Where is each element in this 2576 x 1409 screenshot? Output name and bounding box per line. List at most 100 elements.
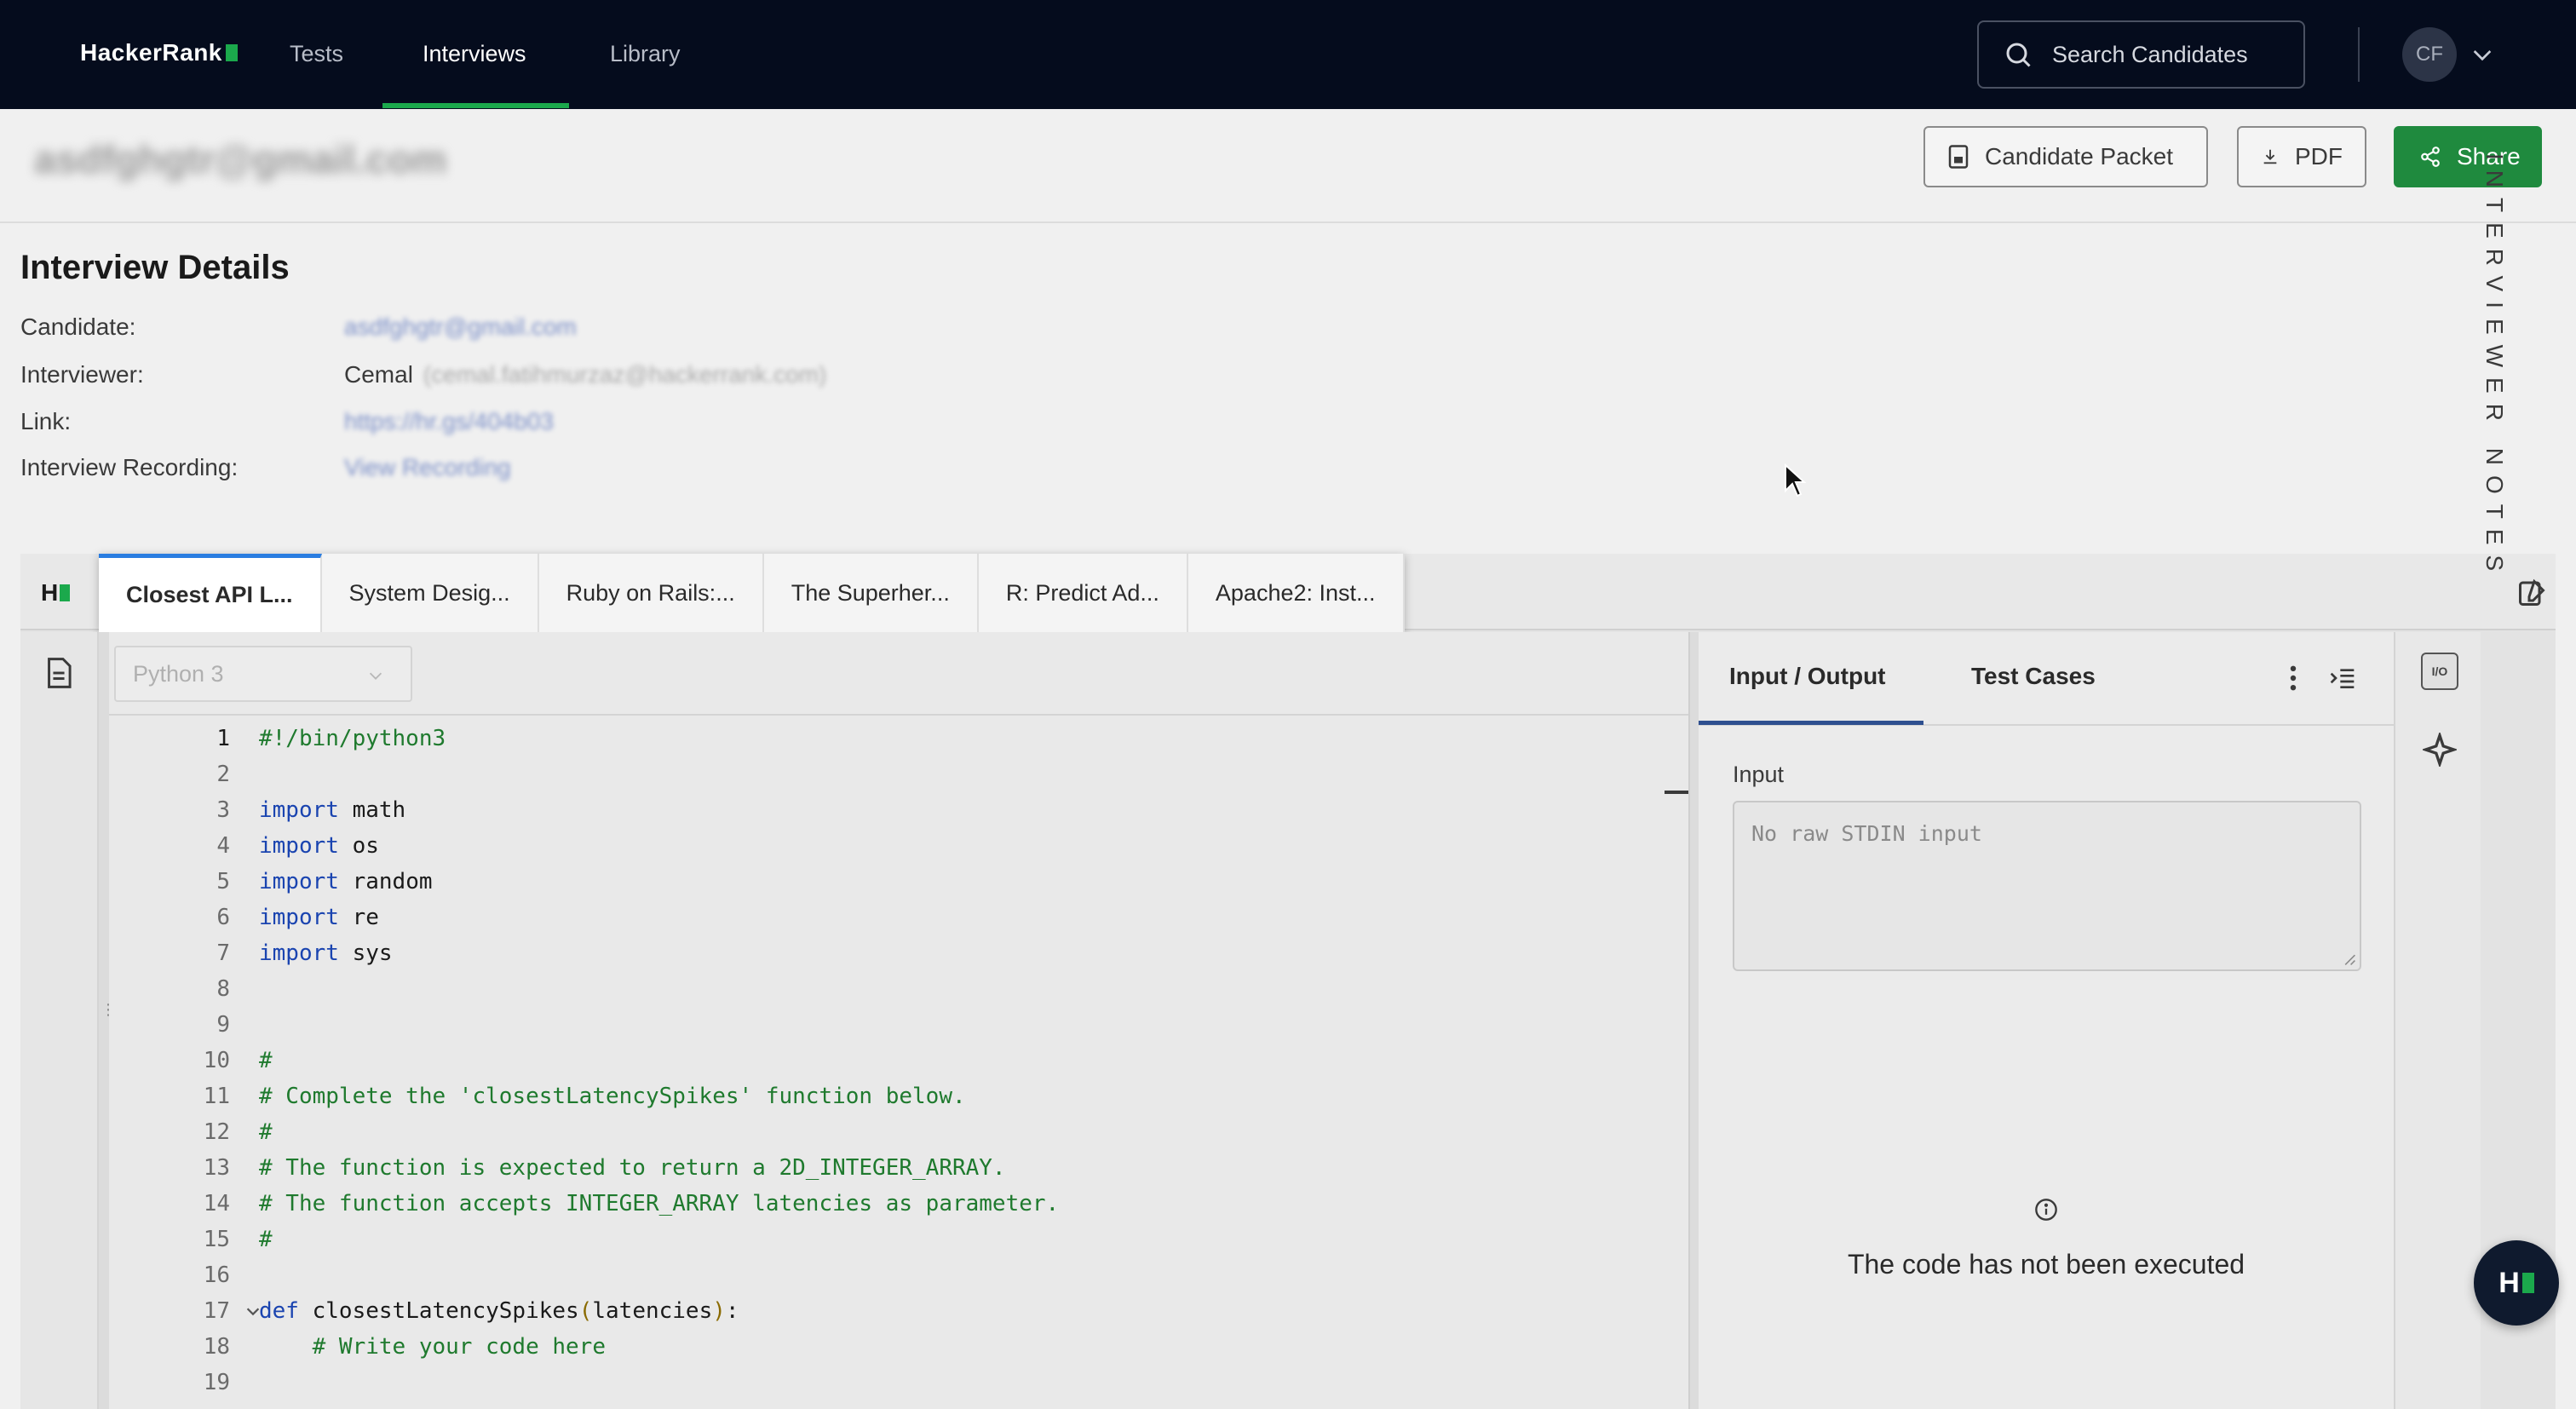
code-panel: Python 3 1 #!/bin/python3 2 3 import math 4 im… bbox=[109, 632, 1688, 1409]
code-top-border bbox=[109, 714, 1688, 716]
pdf-download-button[interactable]: PDF bbox=[2237, 126, 2366, 187]
io-toggle-icon[interactable]: I/O bbox=[2421, 653, 2458, 690]
io-panel: Input / Output Test Cases Input No raw S… bbox=[1699, 632, 2394, 1409]
question-tabs: Closest API L... System Desig... Ruby on R… bbox=[99, 554, 1405, 632]
code-token: math bbox=[338, 797, 406, 823]
code-text: import sys bbox=[259, 940, 393, 966]
line-number: 15 bbox=[203, 1227, 230, 1252]
code-line[interactable]: 4 import os bbox=[109, 828, 1659, 864]
tab-input-output[interactable]: Input / Output bbox=[1729, 663, 1886, 690]
avatar[interactable]: CF bbox=[2402, 27, 2457, 82]
question-tab-3[interactable]: Ruby on Rails:... bbox=[538, 554, 764, 632]
more-options-icon[interactable] bbox=[2288, 664, 2298, 692]
code-token: import bbox=[259, 940, 339, 966]
nav-divider bbox=[2358, 27, 2360, 82]
code-text: import re bbox=[259, 905, 379, 930]
chevron-down-icon[interactable] bbox=[2469, 41, 2496, 68]
code-token: # bbox=[259, 1048, 273, 1073]
line-number: 11 bbox=[203, 1084, 230, 1109]
line-number: 19 bbox=[203, 1370, 230, 1395]
code-lines[interactable]: 1 #!/bin/python3 2 3 import math 4 import os 5 i… bbox=[109, 721, 1659, 1400]
right-splitter[interactable]: ⋮ bbox=[1688, 632, 1707, 1409]
code-text: import random bbox=[259, 869, 433, 894]
code-token: ) bbox=[712, 1298, 726, 1324]
code-token: import bbox=[259, 833, 339, 859]
code-text: # bbox=[259, 1048, 273, 1073]
nav-library[interactable]: Library bbox=[610, 41, 681, 67]
scroll-indicator[interactable] bbox=[1665, 791, 1688, 794]
interviewer-notes-toggle[interactable]: INTERVIEWER NOTES bbox=[2470, 153, 2521, 664]
nav-interviews[interactable]: Interviews bbox=[423, 41, 526, 67]
question-tab-6[interactable]: Apache2: Inst... bbox=[1187, 554, 1405, 632]
code-line[interactable]: 13 # The function is expected to return a… bbox=[109, 1150, 1659, 1186]
candidate-value: asdfghgtr@gmail.com bbox=[344, 313, 577, 341]
search-candidates-button[interactable]: Search Candidates bbox=[1977, 20, 2305, 89]
interviewer-email: (cemal.fatihmurzaz@hackerrank.com) bbox=[423, 361, 827, 388]
line-number: 2 bbox=[216, 762, 230, 787]
line-number: 16 bbox=[203, 1262, 230, 1288]
interview-details-title: Interview Details bbox=[20, 249, 290, 286]
code-editor-area: H Closest API L... System Desig... Ruby on… bbox=[20, 554, 2556, 1409]
nav-tests[interactable]: Tests bbox=[290, 41, 343, 67]
view-recording-link[interactable]: View Recording bbox=[344, 454, 511, 480]
code-line[interactable]: 12 # bbox=[109, 1114, 1659, 1150]
line-number: 13 bbox=[203, 1155, 230, 1181]
question-document-icon[interactable] bbox=[44, 658, 73, 688]
code-line[interactable]: 17 def closestLatencySpikes(latencies): bbox=[109, 1293, 1659, 1329]
code-token: # Write your code here bbox=[259, 1334, 606, 1360]
left-splitter[interactable]: ⋮ bbox=[99, 632, 116, 1409]
hackerrank-logo[interactable]: HackerRank bbox=[80, 39, 238, 66]
code-line[interactable]: 15 # bbox=[109, 1222, 1659, 1257]
code-text: # bbox=[259, 1227, 273, 1252]
candidate-header: asdfghgtr@gmail.com Candidate Packet PDF… bbox=[0, 109, 2576, 223]
interviewer-notes-label: INTERVIEWER NOTES bbox=[2481, 153, 2508, 582]
tab-test-cases[interactable]: Test Cases bbox=[1971, 663, 2096, 690]
line-number: 3 bbox=[216, 797, 230, 823]
info-icon bbox=[2035, 1199, 2057, 1221]
question-tab-4[interactable]: The Superher... bbox=[763, 554, 979, 632]
code-token: # Complete the 'closestLatencySpikes' fu… bbox=[259, 1084, 966, 1109]
execution-status: The code has not been executed bbox=[1847, 1249, 2245, 1280]
code-line[interactable]: 5 import random bbox=[109, 864, 1659, 900]
collapse-panel-icon[interactable] bbox=[2329, 666, 2356, 690]
code-line[interactable]: 16 bbox=[109, 1257, 1659, 1293]
input-label: Input bbox=[1733, 762, 1785, 787]
code-line[interactable]: 7 import sys bbox=[109, 935, 1659, 971]
candidate-packet-button[interactable]: Candidate Packet bbox=[1923, 126, 2208, 187]
question-tab-1[interactable]: Closest API L... bbox=[99, 554, 322, 632]
code-token: os bbox=[338, 833, 379, 859]
question-tab-2[interactable]: System Desig... bbox=[321, 554, 539, 632]
share-icon bbox=[2421, 147, 2440, 167]
question-tab-5[interactable]: R: Predict Ad... bbox=[978, 554, 1188, 632]
code-token: # bbox=[259, 1119, 273, 1145]
code-line[interactable]: 9 bbox=[109, 1007, 1659, 1043]
left-rail bbox=[20, 632, 99, 1409]
question-tabbar: H Closest API L... System Desig... Ruby on… bbox=[20, 554, 2556, 632]
code-line[interactable]: 14 # The function accepts INTEGER_ARRAY l… bbox=[109, 1186, 1659, 1222]
code-text: import os bbox=[259, 833, 379, 859]
line-number: 14 bbox=[203, 1191, 230, 1216]
recording-label: Interview Recording: bbox=[20, 454, 239, 480]
stdin-input[interactable]: No raw STDIN input bbox=[1733, 801, 2361, 971]
code-line[interactable]: 18 # Write your code here bbox=[109, 1329, 1659, 1365]
code-token: # bbox=[259, 1227, 273, 1252]
candidate-email-link[interactable]: asdfghgtr@gmail.com bbox=[344, 313, 577, 340]
ai-sparkle-icon[interactable] bbox=[2423, 733, 2457, 767]
code-line[interactable]: 6 import re bbox=[109, 900, 1659, 935]
link-label: Link: bbox=[20, 408, 72, 434]
code-line[interactable]: 10 # bbox=[109, 1043, 1659, 1078]
language-select[interactable]: Python 3 bbox=[114, 646, 412, 702]
code-text: # bbox=[259, 1119, 273, 1145]
code-text: def closestLatencySpikes(latencies): bbox=[259, 1298, 739, 1324]
code-line[interactable]: 8 bbox=[109, 971, 1659, 1007]
code-line[interactable]: 19 bbox=[109, 1365, 1659, 1400]
code-line[interactable]: 2 bbox=[109, 756, 1659, 792]
code-line[interactable]: 3 import math bbox=[109, 792, 1659, 828]
code-line[interactable]: 1 #!/bin/python3 bbox=[109, 721, 1659, 756]
code-text: # The function accepts INTEGER_ARRAY lat… bbox=[259, 1191, 1059, 1216]
interview-link[interactable]: https://hr.gs/404b03 bbox=[344, 408, 554, 434]
hackerrank-assistant-button[interactable]: H bbox=[2474, 1240, 2559, 1326]
resize-handle-icon[interactable] bbox=[2343, 952, 2356, 966]
code-line[interactable]: 11 # Complete the 'closestLatencySpikes' … bbox=[109, 1078, 1659, 1114]
code-text: # Write your code here bbox=[259, 1334, 606, 1360]
